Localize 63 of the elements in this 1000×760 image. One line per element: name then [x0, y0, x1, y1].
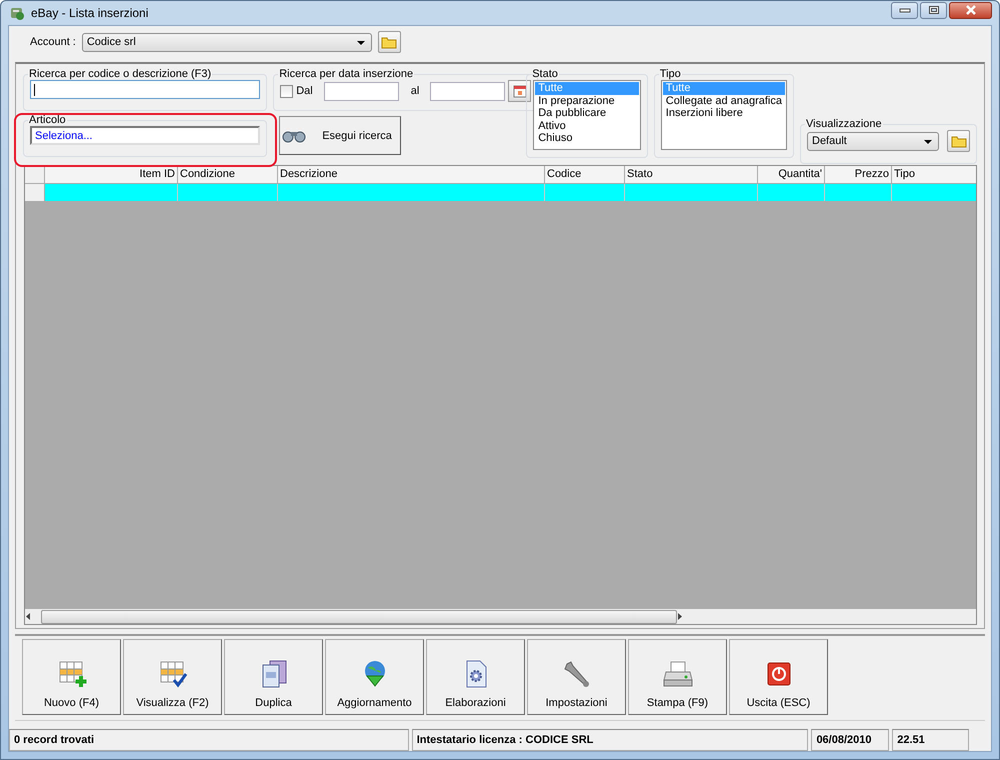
group-label: Ricerca per data inserzione: [278, 68, 414, 80]
status-license: Intestatario licenza : CODICE SRL: [412, 729, 808, 751]
window-title: eBay - Lista inserzioni: [31, 6, 150, 20]
date-from-field[interactable]: [324, 82, 399, 100]
account-dropdown[interactable]: Codice srl: [82, 32, 372, 52]
toolbar-button[interactable]: Visualizza (F2): [123, 639, 222, 715]
column-header[interactable]: Codice: [545, 166, 625, 183]
status-date: 06/08/2010: [811, 729, 890, 751]
status-time: 22.51: [892, 729, 969, 751]
column-header[interactable]: Tipo: [892, 166, 978, 183]
minimize-button[interactable]: [891, 2, 918, 18]
toolbar-button[interactable]: Stampa (F9): [628, 639, 727, 715]
toolbar-button[interactable]: Aggiornamento: [325, 639, 424, 715]
checkbox-label: Dal: [296, 85, 313, 97]
search-button[interactable]: Esegui ricerca: [279, 116, 402, 155]
view-dropdown[interactable]: Default: [807, 132, 939, 150]
column-header[interactable]: Condizione: [178, 166, 278, 183]
type-listbox[interactable]: Tutte Collegate ad anagrafica Inserzioni libere: [660, 80, 787, 150]
group-label: Visualizzazione: [805, 118, 883, 130]
column-header[interactable]: Stato: [625, 166, 758, 183]
maximize-icon: [928, 5, 940, 15]
list-item[interactable]: Inserzioni libere: [662, 107, 785, 120]
account-label: Account :: [30, 36, 76, 48]
column-header[interactable]: Quantita': [758, 166, 825, 183]
column-header[interactable]: Item ID: [45, 166, 178, 183]
maximize-button[interactable]: [920, 2, 947, 18]
folder-icon: [950, 134, 966, 148]
group-label: Ricerca per codice o descrizione (F3): [28, 68, 212, 80]
status-record-count: 0 record trovati: [9, 729, 409, 751]
folder-button[interactable]: [378, 31, 401, 53]
list-item[interactable]: Collegate ad anagrafica: [662, 94, 785, 108]
list-item[interactable]: Da pubblicare: [535, 107, 639, 120]
row-selector[interactable]: [25, 184, 45, 201]
close-button[interactable]: [949, 2, 992, 18]
toolbar-button[interactable]: Elaborazioni: [426, 639, 525, 715]
column-header[interactable]: Descrizione: [278, 166, 545, 183]
status-listbox[interactable]: Tutte In preparazione Da pubblicare Attivo Chiuso: [533, 80, 641, 150]
toolbar-button[interactable]: Impostazioni: [527, 639, 626, 715]
folder-button[interactable]: [947, 130, 970, 152]
article-field[interactable]: Seleziona...: [30, 126, 260, 145]
date-to-field[interactable]: [430, 82, 506, 100]
column-header[interactable]: Prezzo: [825, 166, 892, 183]
group-label: Articolo: [28, 114, 67, 126]
binoculars-icon: [282, 128, 306, 142]
group-label: Stato: [531, 68, 559, 80]
date-checkbox[interactable]: [280, 84, 294, 98]
list-item[interactable]: In preparazione: [535, 94, 639, 108]
date-to-label: al: [410, 85, 420, 97]
group-label: Tipo: [658, 68, 682, 80]
scroll-thumb[interactable]: [41, 610, 677, 624]
app-icon: [9, 5, 25, 21]
calendar-button[interactable]: [508, 80, 532, 102]
minimize-icon: [898, 7, 910, 13]
new-row[interactable]: [25, 184, 976, 202]
toolbar-button[interactable]: Nuovo (F4): [22, 639, 121, 715]
toolbar-button[interactable]: Uscita (ESC): [729, 639, 828, 715]
calendar-icon: [512, 84, 527, 98]
list-item[interactable]: Attivo: [535, 120, 639, 132]
list-item[interactable]: Chiuso: [535, 132, 639, 145]
folder-icon: [381, 35, 398, 49]
toolbar-button[interactable]: Duplica: [224, 639, 323, 715]
close-icon: [964, 5, 978, 15]
search-field[interactable]: [30, 80, 260, 99]
